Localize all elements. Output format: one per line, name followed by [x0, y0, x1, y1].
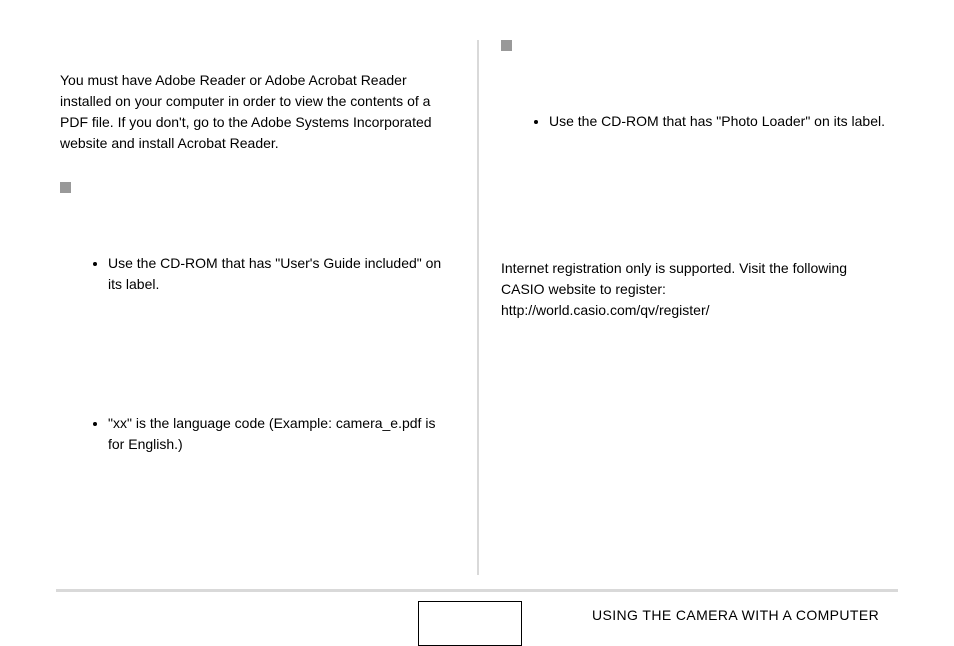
left-bullet-2: "xx" is the language code (Example: came…	[108, 413, 453, 455]
page-number-box	[418, 601, 522, 646]
left-column: You must have Adobe Reader or Adobe Acro…	[40, 0, 477, 463]
intro-text: You must have Adobe Reader or Adobe Acro…	[60, 70, 453, 154]
right-column: Use the CD-ROM that has "Photo Loader" o…	[477, 0, 914, 463]
column-divider	[477, 40, 479, 575]
registration-text: Internet registration only is supported.…	[501, 258, 894, 300]
footer-title: USING THE CAMERA WITH A COMPUTER	[592, 605, 879, 626]
registration-url: http://world.casio.com/qv/register/	[501, 300, 894, 321]
section-marker-icon	[60, 182, 71, 193]
right-bullet-1: Use the CD-ROM that has "Photo Loader" o…	[549, 111, 894, 132]
left-bullet-1: Use the CD-ROM that has "User's Guide in…	[108, 253, 453, 295]
section-marker-icon	[501, 40, 512, 51]
footer-divider	[56, 589, 898, 592]
